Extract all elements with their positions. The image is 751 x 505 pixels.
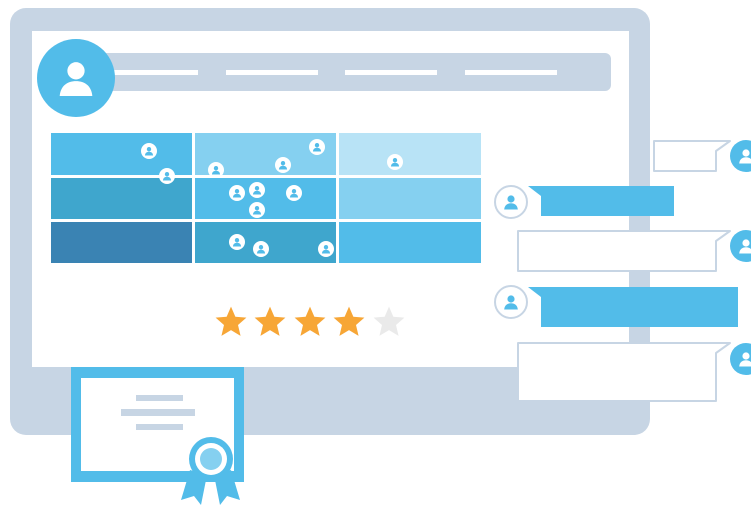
user-marker[interactable] [249, 182, 265, 198]
user-marker[interactable] [159, 168, 175, 184]
chat-message[interactable] [494, 185, 674, 219]
grid-cell[interactable] [51, 222, 192, 263]
user-marker[interactable] [318, 241, 334, 257]
chat-message[interactable] [517, 342, 751, 402]
grid-cell[interactable] [339, 178, 481, 219]
grid-cell[interactable] [339, 222, 481, 263]
grid-cell[interactable] [339, 133, 481, 175]
certificate-line [121, 409, 195, 416]
nav-item-1[interactable] [112, 70, 198, 75]
user-marker[interactable] [309, 139, 325, 155]
user-marker[interactable] [249, 202, 265, 218]
user-marker[interactable] [141, 143, 157, 159]
nav-item-3[interactable] [345, 70, 437, 75]
grid-cell[interactable] [195, 178, 336, 219]
user-marker[interactable] [253, 241, 269, 257]
illustration [10, 8, 751, 505]
user-marker[interactable] [229, 185, 245, 201]
grid-cell[interactable] [51, 178, 192, 219]
certificate [71, 367, 244, 505]
grid-cell[interactable] [51, 133, 192, 175]
chat-message[interactable] [653, 140, 751, 172]
chat-message[interactable] [517, 230, 751, 272]
user-marker[interactable] [286, 185, 302, 201]
nav-item-4[interactable] [465, 70, 557, 75]
profile-avatar[interactable] [37, 39, 115, 117]
certificate-line [136, 395, 183, 401]
user-marker[interactable] [275, 157, 291, 173]
user-marker[interactable] [387, 154, 403, 170]
nav-item-2[interactable] [226, 70, 318, 75]
certificate-line [136, 424, 183, 430]
user-marker[interactable] [208, 162, 224, 178]
user-marker[interactable] [229, 234, 245, 250]
